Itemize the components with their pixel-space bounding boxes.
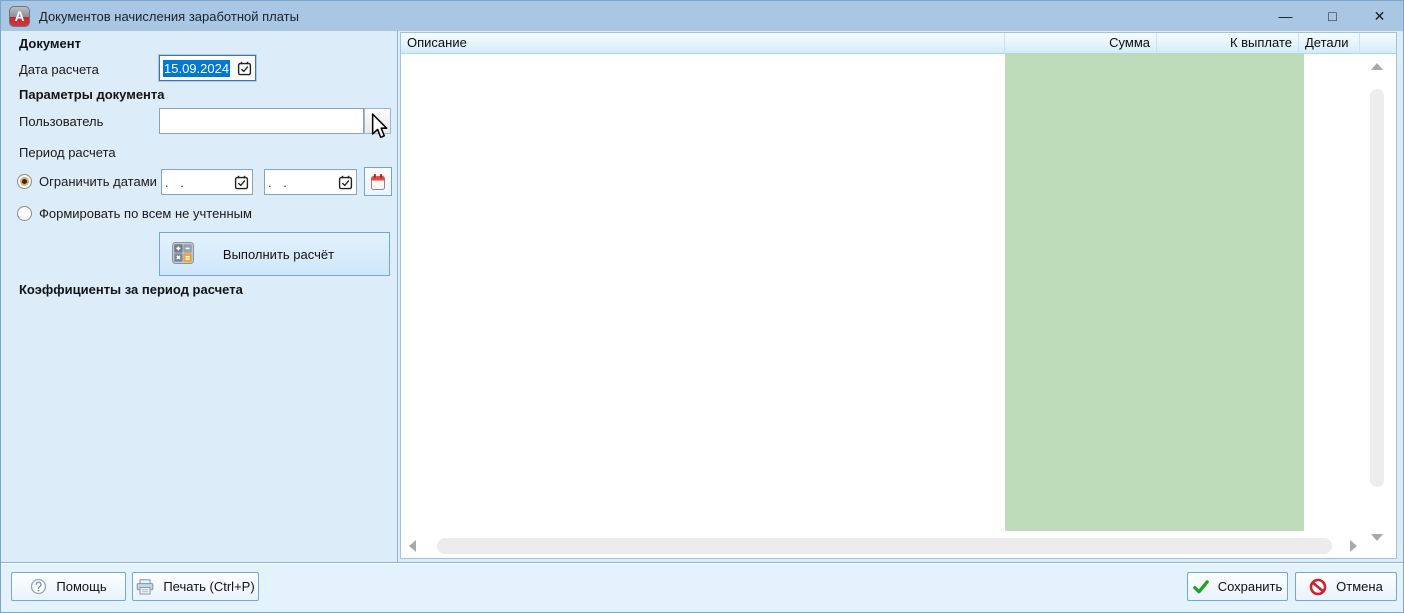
radio-circle[interactable]	[17, 174, 32, 189]
table-header-row: Описание Сумма К выплате Детали	[401, 33, 1396, 54]
section-params: Параметры документа	[19, 87, 165, 102]
radio-limit-dates[interactable]: Ограничить датами	[17, 174, 157, 189]
scroll-right-arrow-icon[interactable]	[1350, 540, 1357, 552]
period-calendar-button[interactable]	[364, 167, 392, 196]
column-header-sum[interactable]: Сумма	[1005, 33, 1157, 54]
scroll-left-arrow-icon[interactable]	[409, 540, 416, 552]
green-data-area	[1005, 54, 1304, 531]
dialog-window: A Документов начисления заработной платы…	[0, 0, 1404, 613]
calc-date-input[interactable]: 15.09.2024	[159, 55, 256, 81]
vertical-scrollbar[interactable]	[1368, 63, 1386, 541]
close-button[interactable]: ✕	[1356, 1, 1403, 31]
section-document: Документ	[19, 36, 81, 51]
column-header-empty	[1360, 33, 1396, 54]
prohibition-icon	[1309, 578, 1327, 596]
calendar-icon[interactable]	[237, 61, 252, 76]
radio-all-unaccounted-label[interactable]: Формировать по всем не учтенным	[39, 206, 252, 221]
calculator-icon	[172, 242, 194, 267]
checkmark-icon	[1193, 580, 1209, 594]
user-input[interactable]	[159, 108, 364, 134]
app-icon-letter: A	[14, 8, 24, 24]
date-from-value: . .	[165, 175, 188, 190]
help-label: Помощь	[56, 579, 106, 594]
results-table: Описание Сумма К выплате Детали	[400, 32, 1397, 559]
calc-date-label: Дата расчета	[19, 62, 99, 77]
run-calculation-label: Выполнить расчёт	[208, 247, 349, 262]
period-label: Период расчета	[19, 145, 116, 160]
calc-date-value: 15.09.2024	[163, 60, 230, 77]
radio-all-unaccounted[interactable]: Формировать по всем не учтенным	[17, 206, 252, 221]
user-label: Пользователь	[19, 114, 103, 129]
cancel-button[interactable]: Отмена	[1295, 572, 1397, 601]
window-title: Документов начисления заработной платы	[39, 9, 299, 24]
minimize-button[interactable]: —	[1262, 1, 1309, 31]
column-header-payable[interactable]: К выплате	[1157, 33, 1299, 54]
save-button[interactable]: Сохранить	[1187, 572, 1288, 601]
calendar-icon[interactable]	[234, 175, 249, 190]
radio-circle[interactable]	[17, 206, 32, 221]
maximize-button[interactable]: □	[1309, 1, 1356, 31]
radio-limit-dates-label[interactable]: Ограничить датами	[39, 174, 157, 189]
main-area: Документ Дата расчета 15.09.2024 Парамет…	[1, 31, 1403, 562]
section-coefficients: Коэффициенты за период расчета	[19, 282, 243, 297]
titlebar: A Документов начисления заработной платы…	[1, 1, 1403, 31]
help-icon	[30, 578, 47, 595]
column-header-details[interactable]: Детали	[1299, 33, 1360, 54]
form-panel: Документ Дата расчета 15.09.2024 Парамет…	[1, 31, 398, 562]
date-to-input[interactable]: . .	[264, 169, 357, 195]
date-to-value: . .	[268, 175, 291, 190]
print-label: Печать (Ctrl+P)	[163, 579, 254, 594]
scroll-up-arrow-icon[interactable]	[1371, 63, 1383, 70]
scroll-down-arrow-icon[interactable]	[1371, 534, 1383, 541]
cancel-label: Отмена	[1336, 579, 1383, 594]
horizontal-scrollbar[interactable]	[407, 538, 1357, 554]
help-button[interactable]: Помощь	[11, 572, 126, 601]
save-label: Сохранить	[1218, 579, 1283, 594]
calendar-icon[interactable]	[338, 175, 353, 190]
red-calendar-icon	[370, 173, 386, 191]
horizontal-scroll-thumb[interactable]	[437, 538, 1332, 554]
column-header-description[interactable]: Описание	[401, 33, 1005, 54]
run-calculation-button[interactable]: Выполнить расчёт	[159, 232, 390, 276]
app-icon: A	[9, 6, 30, 27]
window-controls: — □ ✕	[1262, 1, 1403, 31]
print-button[interactable]: Печать (Ctrl+P)	[132, 572, 259, 601]
vertical-scroll-thumb[interactable]	[1370, 89, 1384, 487]
mouse-cursor	[370, 113, 389, 142]
footer-bar: Помощь Печать (Ctrl+P) Сохранить Отмен	[1, 562, 1403, 612]
printer-icon	[136, 579, 154, 595]
date-from-input[interactable]: . .	[161, 169, 253, 195]
